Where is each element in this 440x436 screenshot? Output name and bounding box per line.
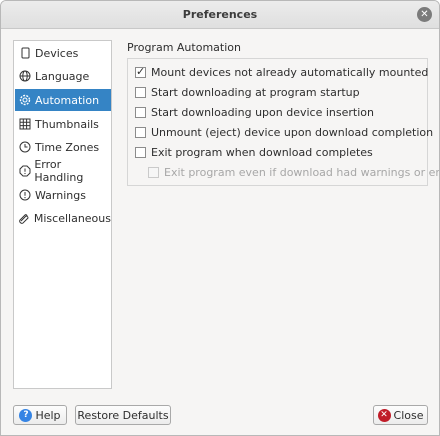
alert-icon — [15, 165, 34, 177]
sidebar-item-label: Language — [35, 69, 90, 83]
preferences-window: Preferences ✕ Devices Language Automatio… — [0, 0, 440, 436]
window-title: Preferences — [182, 8, 258, 21]
sidebar-item-miscellaneous[interactable]: Miscellaneous — [15, 207, 111, 229]
section-title: Program Automation — [127, 41, 241, 54]
sidebar-item-warnings[interactable]: Warnings — [15, 184, 111, 206]
exit-even-with-warnings-checkbox — [148, 167, 159, 178]
restore-defaults-label: Restore Defaults — [77, 408, 169, 422]
sidebar-item-label: Automation — [35, 93, 100, 107]
option-label: Start downloading upon device insertion — [151, 106, 374, 119]
sidebar-item-language[interactable]: Language — [15, 65, 111, 87]
grid-icon — [15, 118, 35, 130]
sidebar-item-label: Warnings — [35, 188, 86, 202]
preferences-sidebar: Devices Language Automation Thumbnails T… — [13, 40, 112, 389]
mount-devices-checkbox[interactable] — [135, 65, 146, 78]
close-icon: ✕ — [377, 408, 391, 422]
clock-icon — [15, 141, 35, 153]
sidebar-item-label: Time Zones — [35, 140, 100, 154]
sidebar-item-time-zones[interactable]: Time Zones — [15, 136, 111, 158]
sidebar-item-devices[interactable]: Devices — [15, 42, 111, 64]
option-mount-devices[interactable]: Mount devices not already automatically … — [135, 65, 429, 79]
option-start-at-startup[interactable]: Start downloading at program startup — [135, 86, 360, 99]
sidebar-item-thumbnails[interactable]: Thumbnails — [15, 113, 111, 135]
start-on-insertion-checkbox[interactable] — [135, 107, 146, 118]
option-label: Exit program even if download had warnin… — [164, 166, 440, 179]
title-bar[interactable]: Preferences ✕ — [1, 1, 439, 29]
option-label: Mount devices not already automatically … — [151, 66, 429, 79]
option-label: Start downloading at program startup — [151, 86, 360, 99]
globe-icon — [15, 70, 35, 82]
help-button-label: Help — [35, 408, 61, 422]
misc-icon — [15, 212, 34, 224]
sidebar-item-error-handling[interactable]: Error Handling — [15, 158, 111, 184]
option-exit-on-completion[interactable]: Exit program when download completes — [135, 146, 373, 159]
gear-icon — [15, 94, 35, 106]
sidebar-item-label: Miscellaneous — [33, 211, 111, 225]
close-button[interactable]: ✕ Close — [373, 405, 428, 425]
option-label: Unmount (eject) device upon download com… — [151, 126, 434, 139]
option-start-on-insertion[interactable]: Start downloading upon device insertion — [135, 106, 374, 119]
help-button[interactable]: ? Help — [13, 405, 67, 425]
option-unmount-on-completion[interactable]: Unmount (eject) device upon download com… — [135, 126, 433, 139]
help-icon: ? — [19, 408, 33, 422]
unmount-on-completion-checkbox[interactable] — [135, 127, 146, 138]
device-icon — [15, 47, 35, 59]
sidebar-item-label: Devices — [35, 46, 79, 60]
sidebar-item-label: Thumbnails — [35, 117, 99, 131]
restore-defaults-button[interactable]: Restore Defaults — [75, 405, 171, 425]
start-at-startup-checkbox[interactable] — [135, 87, 146, 98]
window-close-button[interactable]: ✕ — [417, 7, 432, 22]
exit-on-completion-checkbox[interactable] — [135, 147, 146, 158]
option-exit-even-with-warnings: Exit program even if download had warnin… — [148, 166, 440, 179]
close-button-label: Close — [393, 408, 424, 422]
sidebar-item-automation[interactable]: Automation — [15, 89, 111, 111]
automation-options-panel: Mount devices not already automatically … — [127, 58, 439, 186]
option-label: Exit program when download completes — [151, 146, 373, 159]
warning-icon — [15, 189, 35, 201]
sidebar-item-label: Error Handling — [34, 158, 84, 184]
